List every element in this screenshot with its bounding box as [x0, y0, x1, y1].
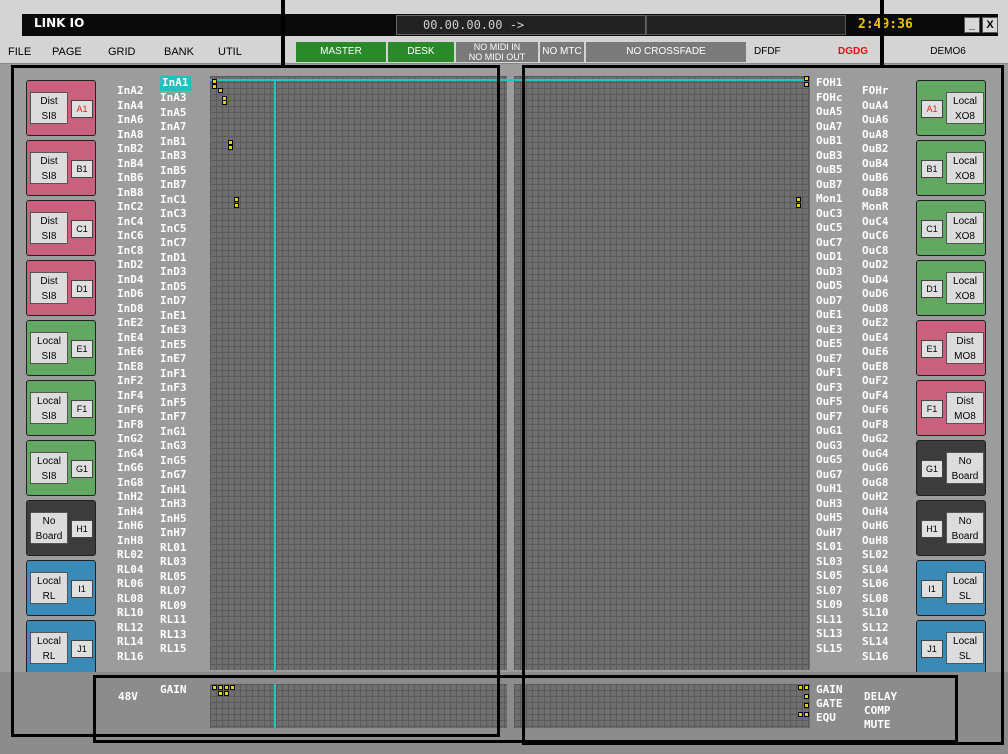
menu-bank[interactable]: BANK: [164, 46, 194, 58]
mtc-status: NO MTC: [540, 42, 584, 62]
menu-util[interactable]: UTIL: [218, 46, 242, 58]
menu-page[interactable]: PAGE: [52, 46, 82, 58]
window-title: LINK IO: [34, 16, 85, 30]
dfdf-label[interactable]: DFDF: [748, 42, 808, 62]
frame-bottom: [93, 675, 958, 743]
menu-grid[interactable]: GRID: [108, 46, 136, 58]
clock-display: 2:49:36: [858, 17, 913, 32]
midi-out-status: NO MIDI OUT: [468, 52, 526, 62]
midi-in-status: NO MIDI IN: [473, 42, 521, 52]
midi-status: NO MIDI IN NO MIDI OUT: [456, 42, 538, 62]
close-button[interactable]: X: [982, 17, 998, 33]
frame-left: [11, 65, 500, 737]
frame-right: [522, 65, 1004, 745]
dgdg-label[interactable]: DGDG: [810, 42, 888, 62]
show-name[interactable]: DEMO6: [890, 42, 1006, 62]
minimize-button[interactable]: _: [964, 17, 980, 33]
divider-right: [880, 0, 884, 68]
menu-file[interactable]: FILE: [8, 46, 31, 58]
master-button[interactable]: MASTER: [296, 42, 386, 62]
desk-button[interactable]: DESK: [388, 42, 454, 62]
menu-bar: FILE PAGE GRID BANK UTIL MASTER DESK NO …: [0, 40, 1008, 64]
timecode-display: 00.00.00.00 ->: [396, 15, 646, 35]
crossfade-status: NO CROSSFADE: [586, 42, 746, 62]
divider-left: [281, 0, 285, 68]
timecode-progress: [646, 15, 846, 35]
title-bar: LINK IO 00.00.00.00 -> 2:49:36 _ X: [0, 0, 1008, 40]
